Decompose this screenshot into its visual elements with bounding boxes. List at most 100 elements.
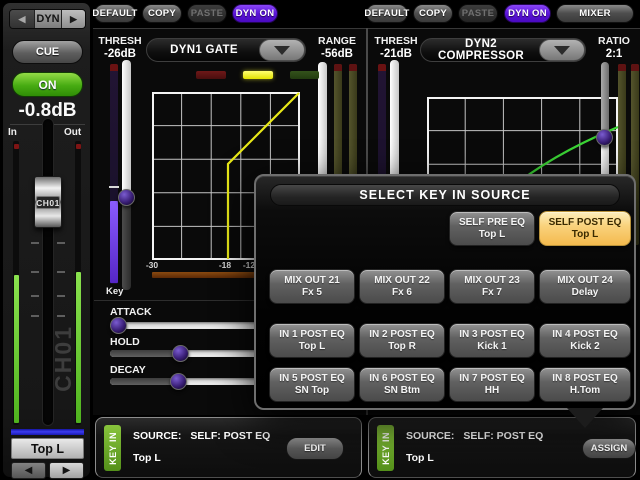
keyin-source-line: SOURCE: SELF: POST EQ [406,430,543,442]
option-line1: MIX OUT 22 [374,275,430,286]
keyin-source-option[interactable]: MIX OUT 22Fx 6 [359,269,445,304]
option-line2: Fx 5 [302,287,322,298]
dyn1-copy-button[interactable]: COPY [142,4,182,23]
channel-watermark: CH01 [50,325,77,392]
keyin-source-option[interactable]: MIX OUT 24Delay [539,269,631,304]
fader-tick [31,242,39,244]
keyin-source-option[interactable]: MIX OUT 23Fx 7 [449,269,535,304]
dyn1-key-meter-label: Key [106,286,123,297]
dyn1-thresh-fader-thumb[interactable] [118,189,135,206]
meter-peak-led [110,64,118,71]
keyin-source-line: SOURCE:SELF: POST EQ [133,430,270,442]
meter-threshold-tick [109,186,119,188]
meter-in-label: In [8,127,17,138]
meter-purple-fill [110,201,118,283]
attack-slider-thumb[interactable] [110,317,127,334]
keyin-source-option[interactable]: SELF PRE EQTop L [449,211,535,246]
option-line2: Fx 6 [392,287,412,298]
keyin-tag: KEY IN [377,425,394,471]
dyn2-thresh-fader-track[interactable] [390,60,399,190]
keyin-source-value: SELF: POST EQ [463,430,543,442]
chevron-down-icon [539,39,585,61]
dyn1-paste-button[interactable]: PASTE [187,4,227,23]
keyin-source-label: SOURCE: [133,430,181,442]
keyin-assign-button[interactable]: ASSIGN [582,438,636,459]
option-line2: Top L [572,229,598,240]
dyn2-paste-button[interactable]: PASTE [458,4,498,23]
option-line2: Fx 7 [482,287,502,298]
input-level-meter [13,141,19,425]
option-line1: IN 1 POST EQ [279,329,345,340]
dyn2-ratio-fader-track[interactable] [601,62,609,138]
dyn2-ratio-fader-thumb[interactable] [596,129,613,146]
dyn2-ratio-label: RATIO [590,35,638,47]
next-channel-button[interactable]: ▶ [49,462,84,479]
option-line1: IN 2 POST EQ [369,329,435,340]
option-line2: Kick 1 [477,341,506,352]
key-scale-label: -30 [140,260,164,270]
dyn2-copy-button[interactable]: COPY [413,4,453,23]
option-line1: MIX OUT 24 [557,275,613,286]
decay-label: DECAY [110,364,146,376]
option-line1: IN 4 POST EQ [552,329,618,340]
dyn2-on-button[interactable]: DYN ON [504,4,551,23]
option-line2: Kick 2 [570,341,599,352]
next-screen-icon[interactable]: ▶ [61,10,85,28]
keyin-source-option[interactable]: IN 3 POST EQKick 1 [449,323,535,358]
hold-label: HOLD [110,336,140,348]
keyin-edit-button[interactable]: EDIT [286,437,344,460]
dyn1-thresh-fader-track[interactable] [122,198,131,290]
option-line2: SN Top [295,385,329,396]
dialog-pointer [567,408,603,428]
keyin-source-label: SOURCE: [406,430,454,442]
option-line1: SELF POST EQ [549,217,622,228]
meter-green-fill [14,275,19,423]
dyn1-on-button[interactable]: DYN ON [232,4,278,23]
channel-on-button[interactable]: ON [12,72,83,97]
keyin-source-option[interactable]: IN 2 POST EQTop R [359,323,445,358]
option-line1: MIX OUT 21 [284,275,340,286]
meter-peak-led [14,144,19,149]
decay-slider-thumb[interactable] [170,373,187,390]
dyn1-thresh-fader-track[interactable] [122,60,131,198]
keyin-source-option[interactable]: MIX OUT 21Fx 5 [269,269,355,304]
meter-peak-led [378,64,386,71]
keyin-source-option[interactable]: IN 1 POST EQTop L [269,323,355,358]
option-line2: Top L [479,229,505,240]
option-line1: MIX OUT 23 [464,275,520,286]
dyn1-keyin-meter [110,64,118,284]
keyin-source-option[interactable]: IN 5 POST EQSN Top [269,367,355,402]
option-line2: Top R [388,341,416,352]
channel-fader-cap[interactable]: CH01 [34,176,62,228]
key-scale-label: -18 [213,260,237,270]
prev-channel-button[interactable]: ◀ [11,462,46,479]
cue-button[interactable]: CUE [12,40,83,64]
screen-selector-label: DYN [34,10,61,28]
hold-slider-thumb[interactable] [172,345,189,362]
dyn2-type-dropdown[interactable]: DYN2 COMPRESSOR [420,38,586,62]
keyin-source-option[interactable]: IN 7 POST EQHH [449,367,535,402]
keyin-source-option[interactable]: IN 6 POST EQSN Btm [359,367,445,402]
dyn1-type-dropdown[interactable]: DYN1 GATE [146,38,306,62]
prev-screen-icon[interactable]: ◀ [10,10,34,28]
dyn1-range-value: -56dB [310,48,364,60]
option-line1: IN 3 POST EQ [459,329,525,340]
keyin-source-option-selected[interactable]: SELF POST EQTop L [539,211,631,246]
option-line1: IN 8 POST EQ [552,373,618,384]
arrow-right-icon: ▶ [63,465,71,476]
option-line2: Delay [572,287,599,298]
dyn2-default-button[interactable]: DEFAULT [366,4,408,23]
meter-out-label: Out [64,127,81,138]
fader-tick [57,295,65,297]
channel-name: Top L [11,438,84,459]
dyn1-default-button[interactable]: DEFAULT [94,4,136,23]
option-line1: IN 7 POST EQ [459,373,525,384]
option-line2: H.Tom [570,385,600,396]
dyn2-thresh-value: -21dB [372,48,420,60]
keyin-source-option[interactable]: IN 8 POST EQH.Tom [539,367,631,402]
channel-strip: ◀ DYN ▶ CUE ON -0.8dB In Out CH01 CH01 [2,2,91,478]
dyn1-thresh-value: -26dB [96,48,144,60]
mixer-button[interactable]: MIXER [556,4,634,23]
fader-tick [31,271,39,273]
keyin-source-option[interactable]: IN 4 POST EQKick 2 [539,323,631,358]
